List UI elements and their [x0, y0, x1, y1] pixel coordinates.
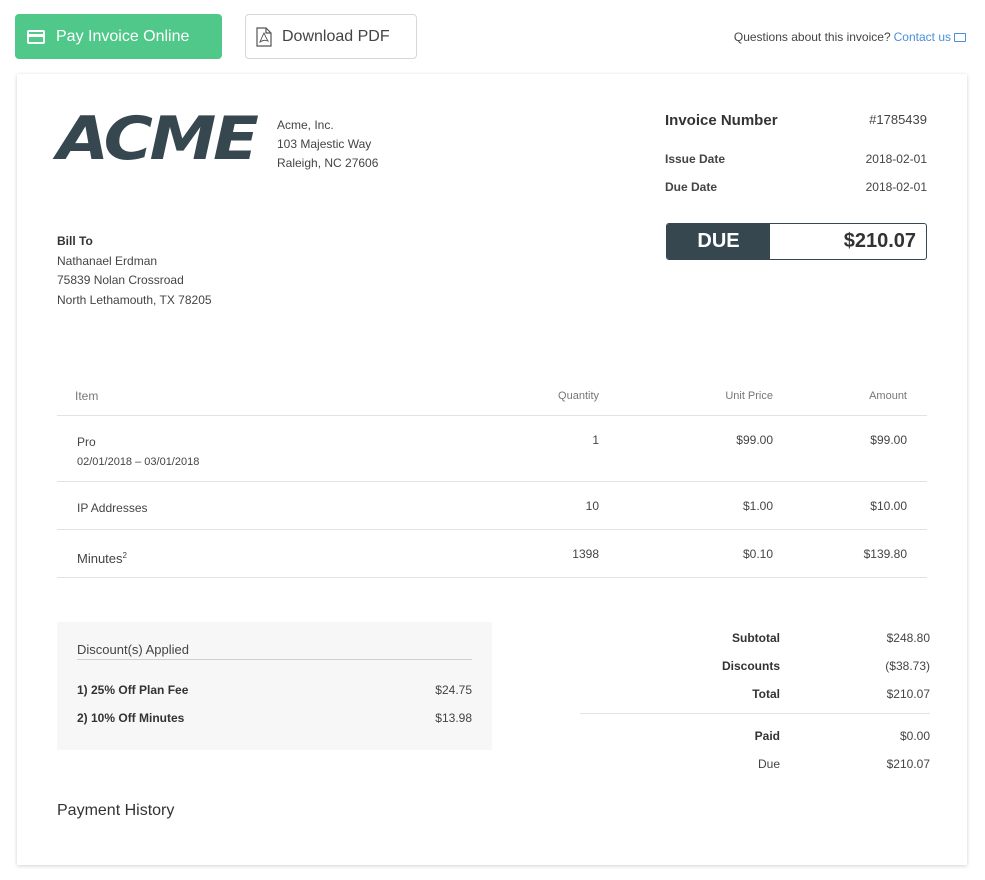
item-unit-price: $0.10	[742, 547, 773, 561]
invoice-number-label: Invoice Number	[665, 112, 778, 129]
download-pdf-button[interactable]: Download PDF	[245, 14, 417, 59]
discounts-panel: Discount(s) Applied 1) 25% Off Plan Fee …	[57, 622, 492, 750]
pay-invoice-online-button[interactable]: Pay Invoice Online	[15, 14, 222, 59]
issue-date-label: Issue Date	[665, 152, 726, 166]
pay-invoice-label: Pay Invoice Online	[56, 27, 190, 45]
item-name: Pro	[77, 435, 96, 449]
item-name: IP Addresses	[77, 501, 148, 515]
discount-row: 1) 25% Off Plan Fee $24.75	[77, 676, 472, 704]
due-box-amount: $210.07	[843, 230, 916, 252]
total-value: $210.07	[886, 687, 930, 701]
due-box-label: DUE	[667, 224, 770, 259]
amount-due-box: DUE $210.07	[666, 223, 927, 260]
line-items-table: Item Quantity Unit Price Amount Pro 02/0…	[57, 376, 927, 578]
bill-to-title: Bill To	[57, 234, 93, 248]
discount-amount: $13.98	[435, 711, 472, 725]
item-unit-price: $1.00	[742, 499, 773, 513]
subtotal-label: Subtotal	[732, 631, 780, 645]
footnote-marker: 2	[122, 551, 127, 560]
due-date: 2018-02-01	[865, 180, 927, 194]
item-amount: $99.00	[870, 433, 907, 447]
discounts-total-label: Discounts	[721, 659, 780, 673]
discount-amount: $24.75	[435, 683, 472, 697]
issue-date: 2018-02-01	[865, 152, 927, 166]
invoice-number: #1785439	[869, 112, 927, 127]
header-unit-price: Unit Price	[725, 389, 773, 402]
item-period: 02/01/2018 – 03/01/2018	[77, 456, 200, 468]
bill-to: Bill To Nathanael Erdman 75839 Nolan Cro…	[57, 232, 212, 310]
balance-due-label: Due	[757, 757, 780, 771]
item-quantity: 1	[592, 433, 599, 447]
download-pdf-label: Download PDF	[282, 27, 390, 45]
totals-summary: Subtotal $248.80 Discounts ($38.73) Tota…	[580, 624, 930, 778]
company-street: 103 Majestic Way	[277, 137, 372, 151]
bill-to-name: Nathanael Erdman	[57, 253, 158, 268]
table-row: Minutes2 1398 $0.10 $139.80	[57, 530, 927, 578]
discounts-title: Discount(s) Applied	[77, 642, 472, 660]
total-label: Total	[752, 687, 780, 701]
bill-to-city: North Lethamouth, TX 78205	[57, 292, 212, 307]
subtotal-value: $248.80	[886, 631, 930, 645]
bill-to-street: 75839 Nolan Crossroad	[57, 273, 184, 287]
item-amount: $139.80	[863, 547, 907, 561]
balance-due-value: $210.07	[886, 757, 930, 771]
payment-history-title: Payment History	[57, 802, 175, 819]
item-quantity: 1398	[572, 547, 599, 561]
table-row: Pro 02/01/2018 – 03/01/2018 1 $99.00 $99…	[57, 416, 927, 482]
table-row: IP Addresses 10 $1.00 $10.00	[57, 482, 927, 530]
item-quantity: 10	[585, 499, 599, 513]
table-header: Item Quantity Unit Price Amount	[57, 376, 927, 416]
discount-label: 2) 10% Off Minutes	[77, 711, 185, 725]
header-amount: Amount	[869, 389, 907, 402]
acme-logo: ACME	[57, 104, 259, 174]
item-unit-price: $99.00	[736, 433, 773, 447]
toolbar: Pay Invoice Online Download PDF Question…	[0, 0, 985, 72]
totals-divider	[580, 713, 930, 714]
paid-label: Paid	[754, 729, 780, 743]
discount-row: 2) 10% Off Minutes $13.98	[77, 704, 472, 732]
header-quantity: Quantity	[558, 389, 599, 402]
credit-card-icon	[27, 29, 45, 44]
questions-prompt: Questions about this invoice? Contact us	[734, 30, 966, 44]
header-item: Item	[75, 388, 99, 403]
company-address: Acme, Inc. 103 Majestic Way Raleigh, NC …	[277, 116, 378, 173]
paid-value: $0.00	[899, 729, 930, 743]
company-city: Raleigh, NC 27606	[277, 156, 379, 170]
discounts-total-value: ($38.73)	[885, 659, 930, 673]
external-link-icon[interactable]	[954, 32, 966, 42]
questions-text: Questions about this invoice?	[733, 30, 891, 44]
due-date-label: Due Date	[665, 180, 718, 194]
company-name: Acme, Inc.	[277, 118, 334, 132]
discount-label: 1) 25% Off Plan Fee	[77, 683, 189, 697]
invoice-card: ACME Acme, Inc. 103 Majestic Way Raleigh…	[17, 74, 967, 865]
contact-us-link[interactable]: Contact us	[894, 30, 951, 44]
invoice-meta: Invoice Number #1785439 Issue Date 2018-…	[665, 112, 927, 208]
item-amount: $10.00	[870, 499, 907, 513]
item-name: Minutes	[77, 551, 123, 566]
pdf-file-icon	[256, 26, 272, 47]
